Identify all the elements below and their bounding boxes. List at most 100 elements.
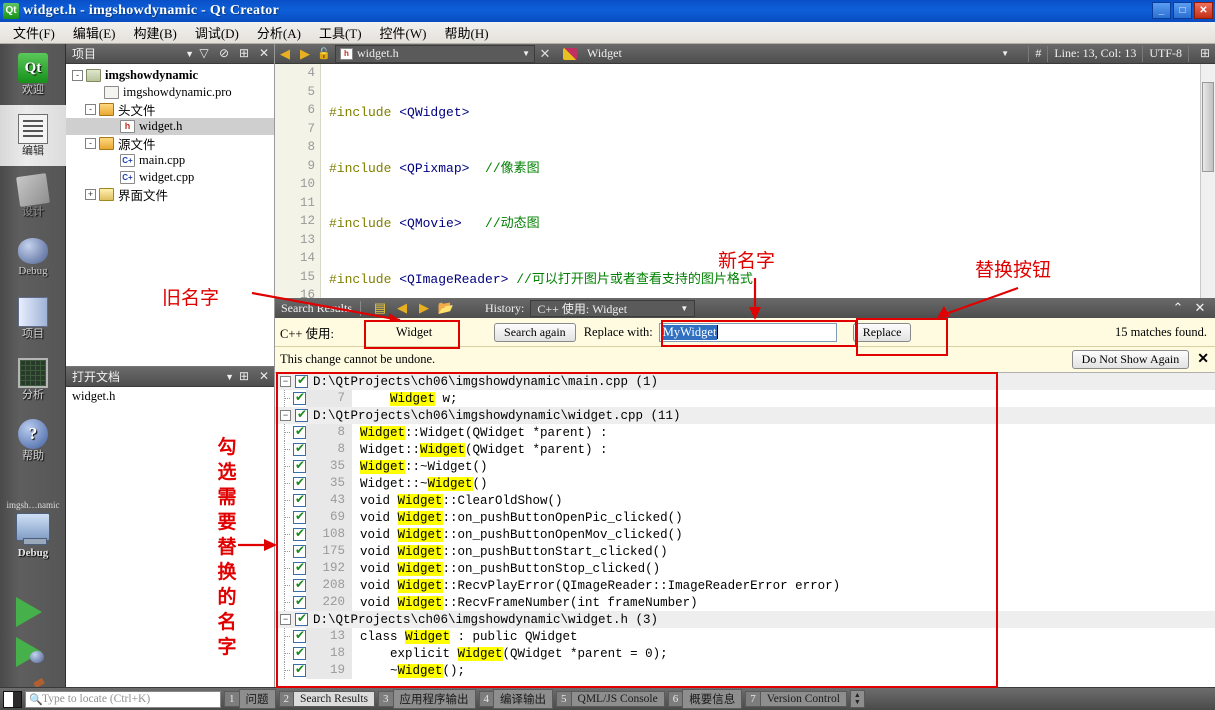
mode-debug[interactable]: Debug bbox=[0, 227, 66, 288]
unlock-icon[interactable]: 🔓 bbox=[315, 47, 333, 60]
code-comment: //像素图 bbox=[469, 160, 540, 176]
prev-match-icon[interactable]: ◀ bbox=[391, 300, 413, 316]
annotation-box-old-name bbox=[364, 320, 460, 349]
split-icon[interactable]: ⊞ bbox=[234, 46, 254, 61]
output-tab-summary[interactable]: 6 概要信息 bbox=[667, 689, 743, 709]
tab-label: 编译输出 bbox=[493, 689, 554, 709]
tab-label: 问题 bbox=[238, 689, 276, 709]
tree-item-ui-folder[interactable]: + 界面文件 bbox=[66, 186, 274, 203]
close-icon[interactable]: ✕ bbox=[254, 369, 274, 384]
output-tab-compile-output[interactable]: 4 编译输出 bbox=[478, 689, 554, 709]
expander-icon[interactable]: + bbox=[85, 189, 96, 200]
mode-projects[interactable]: 项目 bbox=[0, 288, 66, 349]
split-icon[interactable]: ⊞ bbox=[1195, 46, 1215, 61]
tree-item-label: imgshowdynamic bbox=[105, 68, 199, 82]
editor-scrollbar[interactable] bbox=[1200, 64, 1215, 298]
output-tab-issues[interactable]: 1 问题 bbox=[224, 689, 276, 709]
close-icon[interactable]: ✕ bbox=[1197, 351, 1209, 368]
code-editor[interactable]: 4 5 6 7 8 9 10 11 12 13 14 15 16 #includ… bbox=[275, 64, 1215, 298]
tree-item-pro-file[interactable]: imgshowdynamic.pro bbox=[66, 84, 274, 101]
project-panel-title: 项目 bbox=[72, 47, 97, 61]
maximize-button[interactable]: □ bbox=[1173, 2, 1192, 19]
expander-icon[interactable]: - bbox=[85, 138, 96, 149]
output-tab-app-output[interactable]: 3 应用程序输出 bbox=[378, 689, 476, 709]
mode-help[interactable]: ? 帮助 bbox=[0, 410, 66, 471]
tree-item-widget-h[interactable]: h widget.h bbox=[66, 118, 274, 135]
mode-label: Debug bbox=[18, 265, 48, 277]
locator-input[interactable]: 🔍 Type to locate (Ctrl+K) bbox=[25, 690, 221, 708]
close-button[interactable]: ✕ bbox=[1194, 2, 1213, 19]
tree-item-label: imgshowdynamic.pro bbox=[123, 85, 232, 99]
code-comment: //动态图 bbox=[461, 216, 540, 231]
do-not-show-again-button[interactable]: Do Not Show Again bbox=[1071, 350, 1190, 369]
search-again-button[interactable]: Search again bbox=[494, 322, 576, 342]
mode-edit[interactable]: 编辑 bbox=[0, 105, 66, 166]
open-folder-icon[interactable]: 📂 bbox=[435, 300, 457, 316]
code-token: <QImageReader> bbox=[399, 271, 509, 287]
output-tab-qml-console[interactable]: 5 QML/JS Console bbox=[556, 690, 665, 708]
chevron-down-icon[interactable]: ▼ bbox=[185, 49, 194, 59]
filter-icon[interactable]: ▽ bbox=[194, 46, 214, 61]
expander-icon[interactable]: - bbox=[72, 70, 83, 81]
line-number: 13 bbox=[299, 232, 315, 247]
menu-edit[interactable]: 编辑(E) bbox=[64, 21, 125, 44]
tree-item-label: widget.cpp bbox=[139, 170, 195, 184]
tree-item-project[interactable]: - imgshowdynamic bbox=[66, 67, 274, 84]
file-combo[interactable]: h widget.h ▼ bbox=[335, 44, 535, 63]
tree-item-main-cpp[interactable]: C+ main.cpp bbox=[66, 152, 274, 169]
minimize-button[interactable]: _ bbox=[1152, 2, 1171, 19]
menu-debug[interactable]: 调试(D) bbox=[186, 21, 248, 44]
tree-item-sources-folder[interactable]: - 源文件 bbox=[66, 135, 274, 152]
expand-all-icon[interactable]: ▤ bbox=[369, 300, 391, 316]
code-token: <QPixmap> bbox=[399, 160, 470, 176]
menu-tools[interactable]: 工具(T) bbox=[310, 21, 371, 44]
open-document-item[interactable]: widget.h bbox=[66, 387, 274, 406]
split-icon[interactable]: ⊞ bbox=[234, 369, 254, 384]
close-editor-icon[interactable]: ✕ bbox=[535, 46, 555, 62]
mode-analyze[interactable]: 分析 bbox=[0, 349, 66, 410]
open-documents-title: 打开文档 bbox=[72, 370, 121, 384]
line-number: 14 bbox=[299, 251, 315, 265]
line-number: 16 bbox=[299, 288, 315, 298]
kit-selector[interactable]: imgsh…namic Debug bbox=[0, 500, 66, 590]
link-icon[interactable]: ⊘ bbox=[214, 46, 234, 61]
mode-design[interactable]: 设计 bbox=[0, 166, 66, 227]
close-panel-icon[interactable]: ✕ bbox=[1189, 300, 1211, 316]
chevron-down-icon[interactable]: ▼ bbox=[225, 372, 234, 382]
scrollbar-thumb[interactable] bbox=[1202, 82, 1214, 172]
tree-item-headers-folder[interactable]: - 头文件 bbox=[66, 101, 274, 118]
tab-label: Search Results bbox=[293, 691, 376, 707]
run-button[interactable] bbox=[16, 597, 50, 627]
next-match-icon[interactable]: ▶ bbox=[413, 300, 435, 316]
encoding-label[interactable]: UTF-8 bbox=[1149, 46, 1182, 61]
output-pane-resize-icon[interactable]: ▲ ▼ bbox=[849, 690, 865, 708]
code-content[interactable]: #include <QWidget> #include <QPixmap> //… bbox=[321, 64, 1215, 298]
history-combo[interactable]: C++ 使用: Widget ▼ bbox=[530, 299, 696, 317]
menu-build[interactable]: 构建(B) bbox=[125, 21, 186, 44]
qt-creator-window: Qt widget.h - imgshowdynamic - Qt Creato… bbox=[0, 0, 1215, 710]
pro-file-icon bbox=[104, 86, 119, 99]
forward-arrow-icon[interactable]: ▶ bbox=[295, 46, 315, 62]
qt-logo-icon: Qt bbox=[18, 53, 48, 83]
tree-item-widget-cpp[interactable]: C+ widget.cpp bbox=[66, 169, 274, 186]
debug-run-button[interactable] bbox=[16, 637, 50, 667]
symbol-combo[interactable]: Widget ▼ bbox=[583, 45, 1013, 63]
minimize-panel-icon[interactable]: ⌃ bbox=[1167, 300, 1189, 316]
undo-warning-bar: This change cannot be undone. Do Not Sho… bbox=[275, 347, 1215, 373]
close-icon[interactable]: ✕ bbox=[254, 46, 274, 61]
tree-item-label: widget.h bbox=[139, 119, 183, 133]
back-arrow-icon[interactable]: ◀ bbox=[275, 46, 295, 62]
mode-welcome[interactable]: Qt 欢迎 bbox=[0, 44, 66, 105]
menu-widgets[interactable]: 控件(W) bbox=[371, 21, 436, 44]
menu-help[interactable]: 帮助(H) bbox=[435, 21, 497, 44]
output-tab-version-control[interactable]: 7 Version Control bbox=[745, 690, 847, 708]
expander-icon[interactable]: - bbox=[85, 104, 96, 115]
cursor-position-label[interactable]: Line: 13, Col: 13 bbox=[1054, 46, 1136, 61]
sidebar-toggle-icon[interactable] bbox=[3, 690, 22, 708]
projects-book-icon bbox=[18, 297, 48, 327]
menu-file[interactable]: 文件(F) bbox=[4, 21, 64, 44]
output-tab-search-results[interactable]: 2 Search Results bbox=[278, 690, 376, 708]
history-label: History: bbox=[485, 300, 525, 315]
menu-analyze[interactable]: 分析(A) bbox=[248, 21, 310, 44]
cpp-file-icon: C+ bbox=[120, 154, 135, 167]
